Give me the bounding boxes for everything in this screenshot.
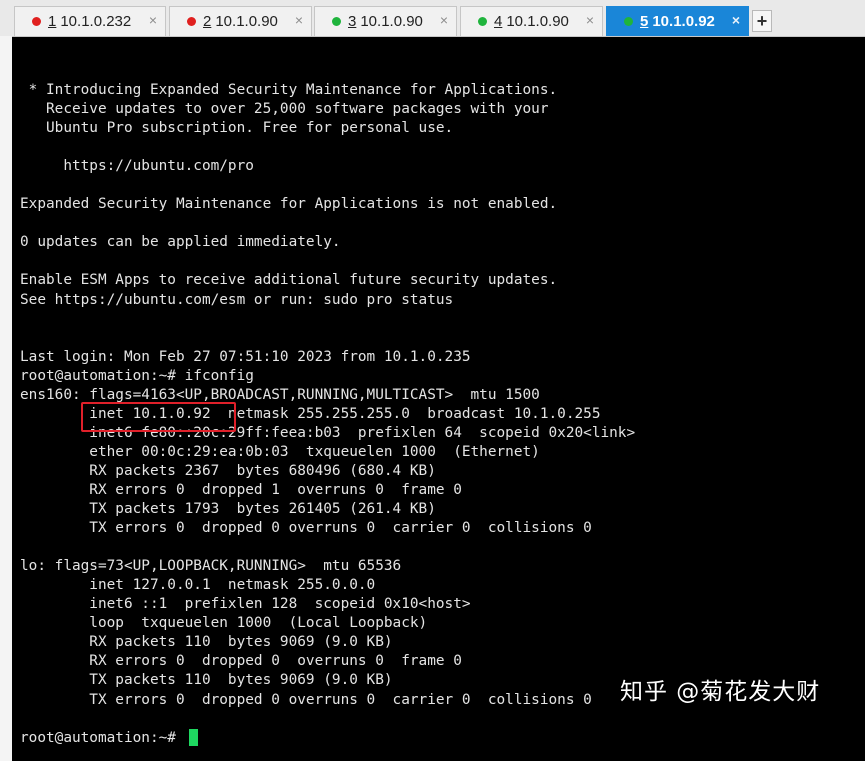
terminal-line: TX packets 1793 bytes 261405 (261.4 KB) [20, 501, 436, 518]
tab-label: 10.1.0.90 [215, 13, 278, 30]
session-status-icon [332, 17, 341, 26]
terminal-line: RX packets 110 bytes 9069 (9.0 KB) [20, 634, 393, 651]
add-tab-button[interactable]: + [752, 10, 772, 32]
session-status-icon [624, 17, 633, 26]
session-status-icon [32, 17, 41, 26]
terminal-line: RX errors 0 dropped 1 overruns 0 frame 0 [20, 481, 462, 498]
tab-session-5[interactable]: 5 10.1.0.92 × [606, 6, 749, 36]
close-icon[interactable]: × [149, 12, 157, 28]
tab-number: 1 [48, 13, 57, 30]
tab-session-1[interactable]: 1 10.1.0.232 × [14, 6, 166, 36]
terminal-line: TX packets 110 bytes 9069 (9.0 KB) [20, 672, 393, 689]
terminal-line: 0 updates can be applied immediately. [20, 234, 341, 251]
inet-address-highlight [81, 402, 236, 432]
tab-number: 2 [203, 13, 212, 30]
terminal-line: See https://ubuntu.com/esm or run: sudo … [20, 291, 454, 308]
terminal-line: Last login: Mon Feb 27 07:51:10 2023 fro… [20, 348, 471, 365]
terminal-line: TX errors 0 dropped 0 overruns 0 carrier… [20, 691, 592, 708]
terminal-line: ether 00:0c:29:ea:0b:03 txqueuelen 1000 … [20, 443, 540, 460]
terminal-line: lo: flags=73<UP,LOOPBACK,RUNNING> mtu 65… [20, 558, 402, 575]
tab-number: 3 [348, 13, 357, 30]
close-icon[interactable]: × [732, 12, 740, 28]
left-gutter [0, 36, 12, 761]
watermark: 知乎 @菊花发大财 [620, 679, 821, 705]
terminal-line: RX errors 0 dropped 0 overruns 0 frame 0 [20, 653, 462, 670]
tab-label: 10.1.0.90 [360, 13, 423, 30]
terminal-line: * Introducing Expanded Security Maintena… [20, 82, 558, 98]
terminal-line: Ubuntu Pro subscription. Free for person… [20, 120, 454, 137]
session-status-icon [478, 17, 487, 26]
close-icon[interactable]: × [295, 12, 303, 28]
session-status-icon [187, 17, 196, 26]
tab-number: 5 [640, 13, 649, 30]
terminal-line: inet 127.0.0.1 netmask 255.0.0.0 [20, 577, 376, 594]
tab-session-2[interactable]: 2 10.1.0.90 × [169, 6, 312, 36]
terminal-line: Receive updates to over 25,000 software … [20, 101, 549, 118]
terminal-cursor [189, 729, 198, 746]
close-icon[interactable]: × [586, 12, 594, 28]
tab-label: 10.1.0.92 [652, 13, 715, 30]
terminal-line: https://ubuntu.com/pro [20, 158, 254, 175]
terminal-line: loop txqueuelen 1000 (Local Loopback) [20, 615, 428, 632]
terminal-line: root@automation:~# [20, 729, 185, 746]
tab-label: 10.1.0.90 [506, 13, 569, 30]
terminal-line: inet6 ::1 prefixlen 128 scopeid 0x10<hos… [20, 596, 471, 613]
terminal-line: root@automation:~# ifconfig [20, 367, 254, 384]
close-icon[interactable]: × [440, 12, 448, 28]
terminal-line: Enable ESM Apps to receive additional fu… [20, 272, 558, 289]
tab-session-3[interactable]: 3 10.1.0.90 × [314, 6, 457, 36]
tab-bar: 1 10.1.0.232 × 2 10.1.0.90 × 3 10.1.0.90… [0, 0, 865, 37]
terminal-output[interactable]: * Introducing Expanded Security Maintena… [12, 37, 865, 761]
terminal-line: Expanded Security Maintenance for Applic… [20, 196, 558, 213]
tab-label: 10.1.0.232 [60, 13, 132, 30]
tab-number: 4 [494, 13, 503, 30]
tab-session-4[interactable]: 4 10.1.0.90 × [460, 6, 603, 36]
terminal-line: TX errors 0 dropped 0 overruns 0 carrier… [20, 520, 592, 537]
terminal-line: RX packets 2367 bytes 680496 (680.4 KB) [20, 462, 436, 479]
